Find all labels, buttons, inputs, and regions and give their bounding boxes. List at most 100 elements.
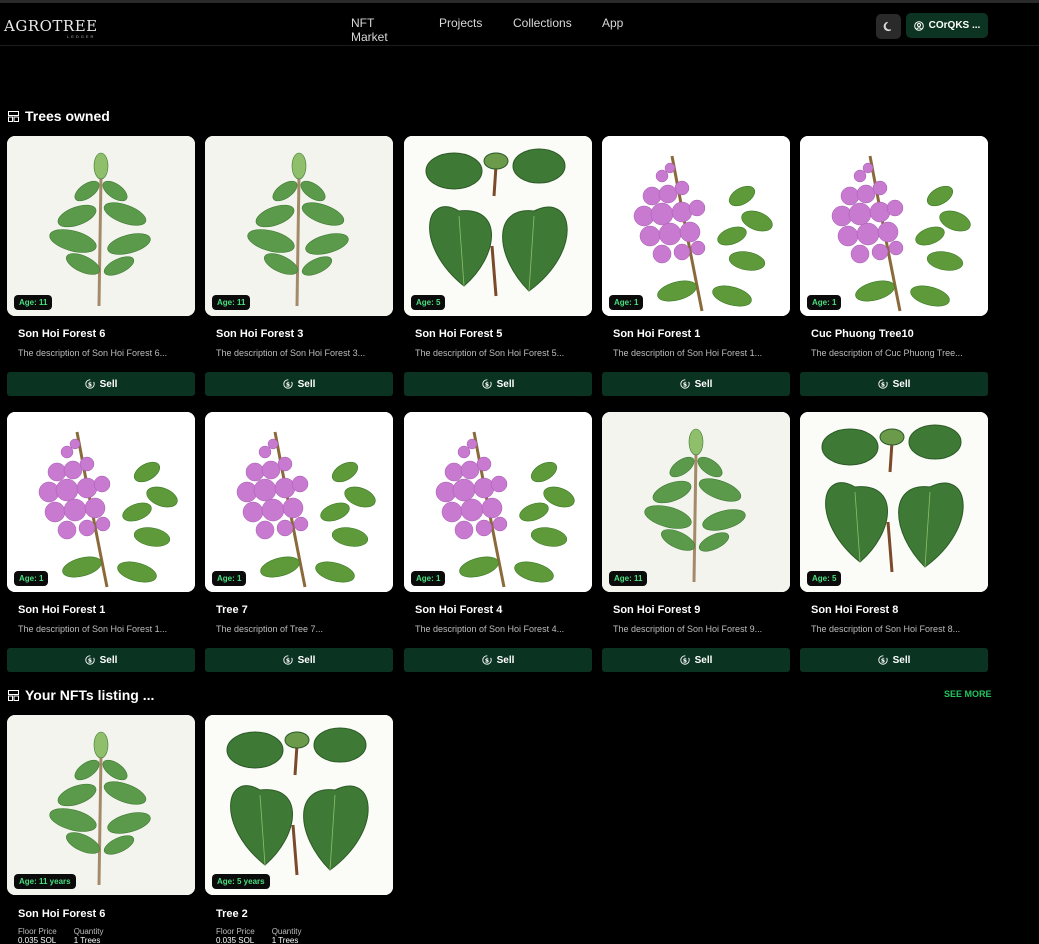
sell-dollar-icon: $	[877, 655, 888, 665]
sell-dollar-icon: $	[282, 379, 293, 389]
sell-button[interactable]: $ Sell	[7, 648, 195, 672]
sell-button[interactable]: $ Sell	[205, 372, 393, 396]
sell-label: Sell	[99, 378, 118, 390]
floor-price: Floor Price 0.035 SOL	[216, 927, 255, 944]
grid-icon	[8, 110, 19, 122]
tree-image[interactable]: Age: 5	[404, 136, 592, 316]
tree-card[interactable]: Age: 5 Son Hoi Forest 5 The description of…	[404, 136, 592, 396]
tree-image[interactable]: Age: 1	[205, 412, 393, 592]
tree-image[interactable]: Age: 5	[800, 412, 988, 592]
tree-card[interactable]: Age: 1 Son Hoi Forest 1 The description of…	[7, 412, 195, 672]
wallet-address: COrQKS ...	[928, 20, 981, 31]
age-badge: Age: 5	[807, 571, 842, 586]
agrotree-logo[interactable]: AGROTREE LEDGER	[4, 11, 97, 41]
sell-dollar-icon: $	[282, 655, 293, 665]
tree-image[interactable]: Age: 11	[7, 136, 195, 316]
section-title-text: Trees owned	[25, 108, 110, 124]
tree-description: The description of Son Hoi Forest 5...	[415, 348, 565, 358]
listing-meta: Floor Price 0.035 SOL Quantity 1 Trees	[216, 927, 301, 944]
age-badge: Age: 5 years	[212, 874, 270, 889]
tree-image[interactable]: Age: 1	[404, 412, 592, 592]
tree-name: Son Hoi Forest 3	[216, 328, 304, 340]
sell-button[interactable]: $ Sell	[602, 372, 790, 396]
listing-card[interactable]: Age: 11 years Son Hoi Forest 6 Floor Price…	[7, 715, 195, 944]
flower-plant-illustration	[800, 136, 988, 316]
tree-name: Son Hoi Forest 5	[415, 328, 503, 340]
nav-app[interactable]: App	[602, 16, 623, 30]
sell-button[interactable]: $ Sell	[404, 648, 592, 672]
sell-label: Sell	[297, 654, 316, 666]
sell-dollar-icon: $	[679, 379, 690, 389]
listing-card[interactable]: Age: 5 years Tree 2 Floor Price 0.035 SOL Qu…	[205, 715, 393, 944]
tree-image[interactable]: Age: 1	[7, 412, 195, 592]
sell-dollar-icon: $	[679, 655, 690, 665]
age-badge: Age: 1	[212, 571, 247, 586]
tree-description: The description of Tree 7...	[216, 624, 324, 634]
tree-name: Son Hoi Forest 1	[18, 604, 106, 616]
age-badge: Age: 5	[411, 295, 446, 310]
sell-label: Sell	[694, 654, 713, 666]
sell-label: Sell	[99, 654, 118, 666]
tree-card[interactable]: Age: 1 Son Hoi Forest 4 The description of…	[404, 412, 592, 672]
svg-text:$: $	[881, 657, 885, 664]
sell-button[interactable]: $ Sell	[800, 372, 988, 396]
tree-card[interactable]: Age: 11 Son Hoi Forest 9 The description o…	[602, 412, 790, 672]
listing-image[interactable]: Age: 11 years	[7, 715, 195, 895]
sell-button[interactable]: $ Sell	[404, 372, 592, 396]
sapling-plant-illustration	[7, 136, 195, 316]
tree-description: The description of Son Hoi Forest 6...	[18, 348, 168, 358]
age-badge: Age: 11	[212, 295, 251, 310]
top-navbar: AGROTREE LEDGER NFT Market Projects Coll…	[0, 0, 1039, 46]
age-badge: Age: 11	[609, 571, 648, 586]
sell-label: Sell	[496, 654, 515, 666]
floor-price-label: Floor Price	[216, 927, 255, 936]
quantity: Quantity 1 Trees	[74, 927, 104, 944]
sell-dollar-icon: $	[481, 379, 492, 389]
sell-button[interactable]: $ Sell	[602, 648, 790, 672]
quantity-label: Quantity	[73, 927, 104, 936]
tree-image[interactable]: Age: 1	[602, 136, 790, 316]
grid-icon	[8, 689, 19, 701]
sell-button[interactable]: $ Sell	[7, 372, 195, 396]
wallet-button[interactable]: COrQKS ...	[906, 13, 988, 38]
nav-projects[interactable]: Projects	[439, 16, 482, 30]
listing-meta: Floor Price 0.035 SOL Quantity 1 Trees	[18, 927, 103, 944]
svg-text:$: $	[485, 657, 489, 664]
sell-button[interactable]: $ Sell	[800, 648, 988, 672]
svg-text:$: $	[286, 657, 290, 664]
tree-card[interactable]: Age: 1 Cuc Phuong Tree10 The description o…	[800, 136, 988, 396]
age-badge: Age: 1	[807, 295, 842, 310]
theme-toggle-button[interactable]	[876, 14, 901, 39]
sell-button[interactable]: $ Sell	[205, 648, 393, 672]
tree-name: Son Hoi Forest 1	[613, 328, 701, 340]
trees-owned-heading: Trees owned	[8, 108, 110, 124]
nav-collections[interactable]: Collections	[513, 16, 572, 30]
listing-image[interactable]: Age: 5 years	[205, 715, 393, 895]
heart-plant-illustration	[205, 715, 393, 895]
tree-card[interactable]: Age: 11 Son Hoi Forest 6 The description o…	[7, 136, 195, 396]
age-badge: Age: 1	[411, 571, 446, 586]
tree-description: The description of Son Hoi Forest 9...	[613, 624, 763, 634]
tree-image[interactable]: Age: 11	[602, 412, 790, 592]
sell-dollar-icon: $	[84, 379, 95, 389]
tree-description: The description of Son Hoi Forest 1...	[18, 624, 168, 634]
heart-plant-illustration	[404, 136, 592, 316]
flower-plant-illustration	[7, 412, 195, 592]
floor-price: Floor Price 0.035 SOL	[18, 927, 57, 944]
sell-label: Sell	[694, 378, 713, 390]
user-circle-icon	[913, 20, 924, 31]
tree-card[interactable]: Age: 11 Son Hoi Forest 3 The description o…	[205, 136, 393, 396]
tree-card[interactable]: Age: 5 Son Hoi Forest 8 The description of…	[800, 412, 988, 672]
flower-plant-illustration	[205, 412, 393, 592]
age-badge: Age: 1	[14, 571, 49, 586]
tree-image[interactable]: Age: 11	[205, 136, 393, 316]
nav-nft-market[interactable]: NFT Market	[351, 16, 388, 44]
svg-text:$: $	[286, 381, 290, 388]
tree-image[interactable]: Age: 1	[800, 136, 988, 316]
tree-card[interactable]: Age: 1 Tree 7 The description of Tree 7...…	[205, 412, 393, 672]
svg-text:$: $	[88, 657, 92, 664]
tree-card[interactable]: Age: 1 Son Hoi Forest 1 The description of…	[602, 136, 790, 396]
sell-dollar-icon: $	[877, 379, 888, 389]
floor-price-value: 0.035 SOL	[18, 936, 57, 944]
see-more-link[interactable]: SEE MORE	[944, 689, 992, 699]
